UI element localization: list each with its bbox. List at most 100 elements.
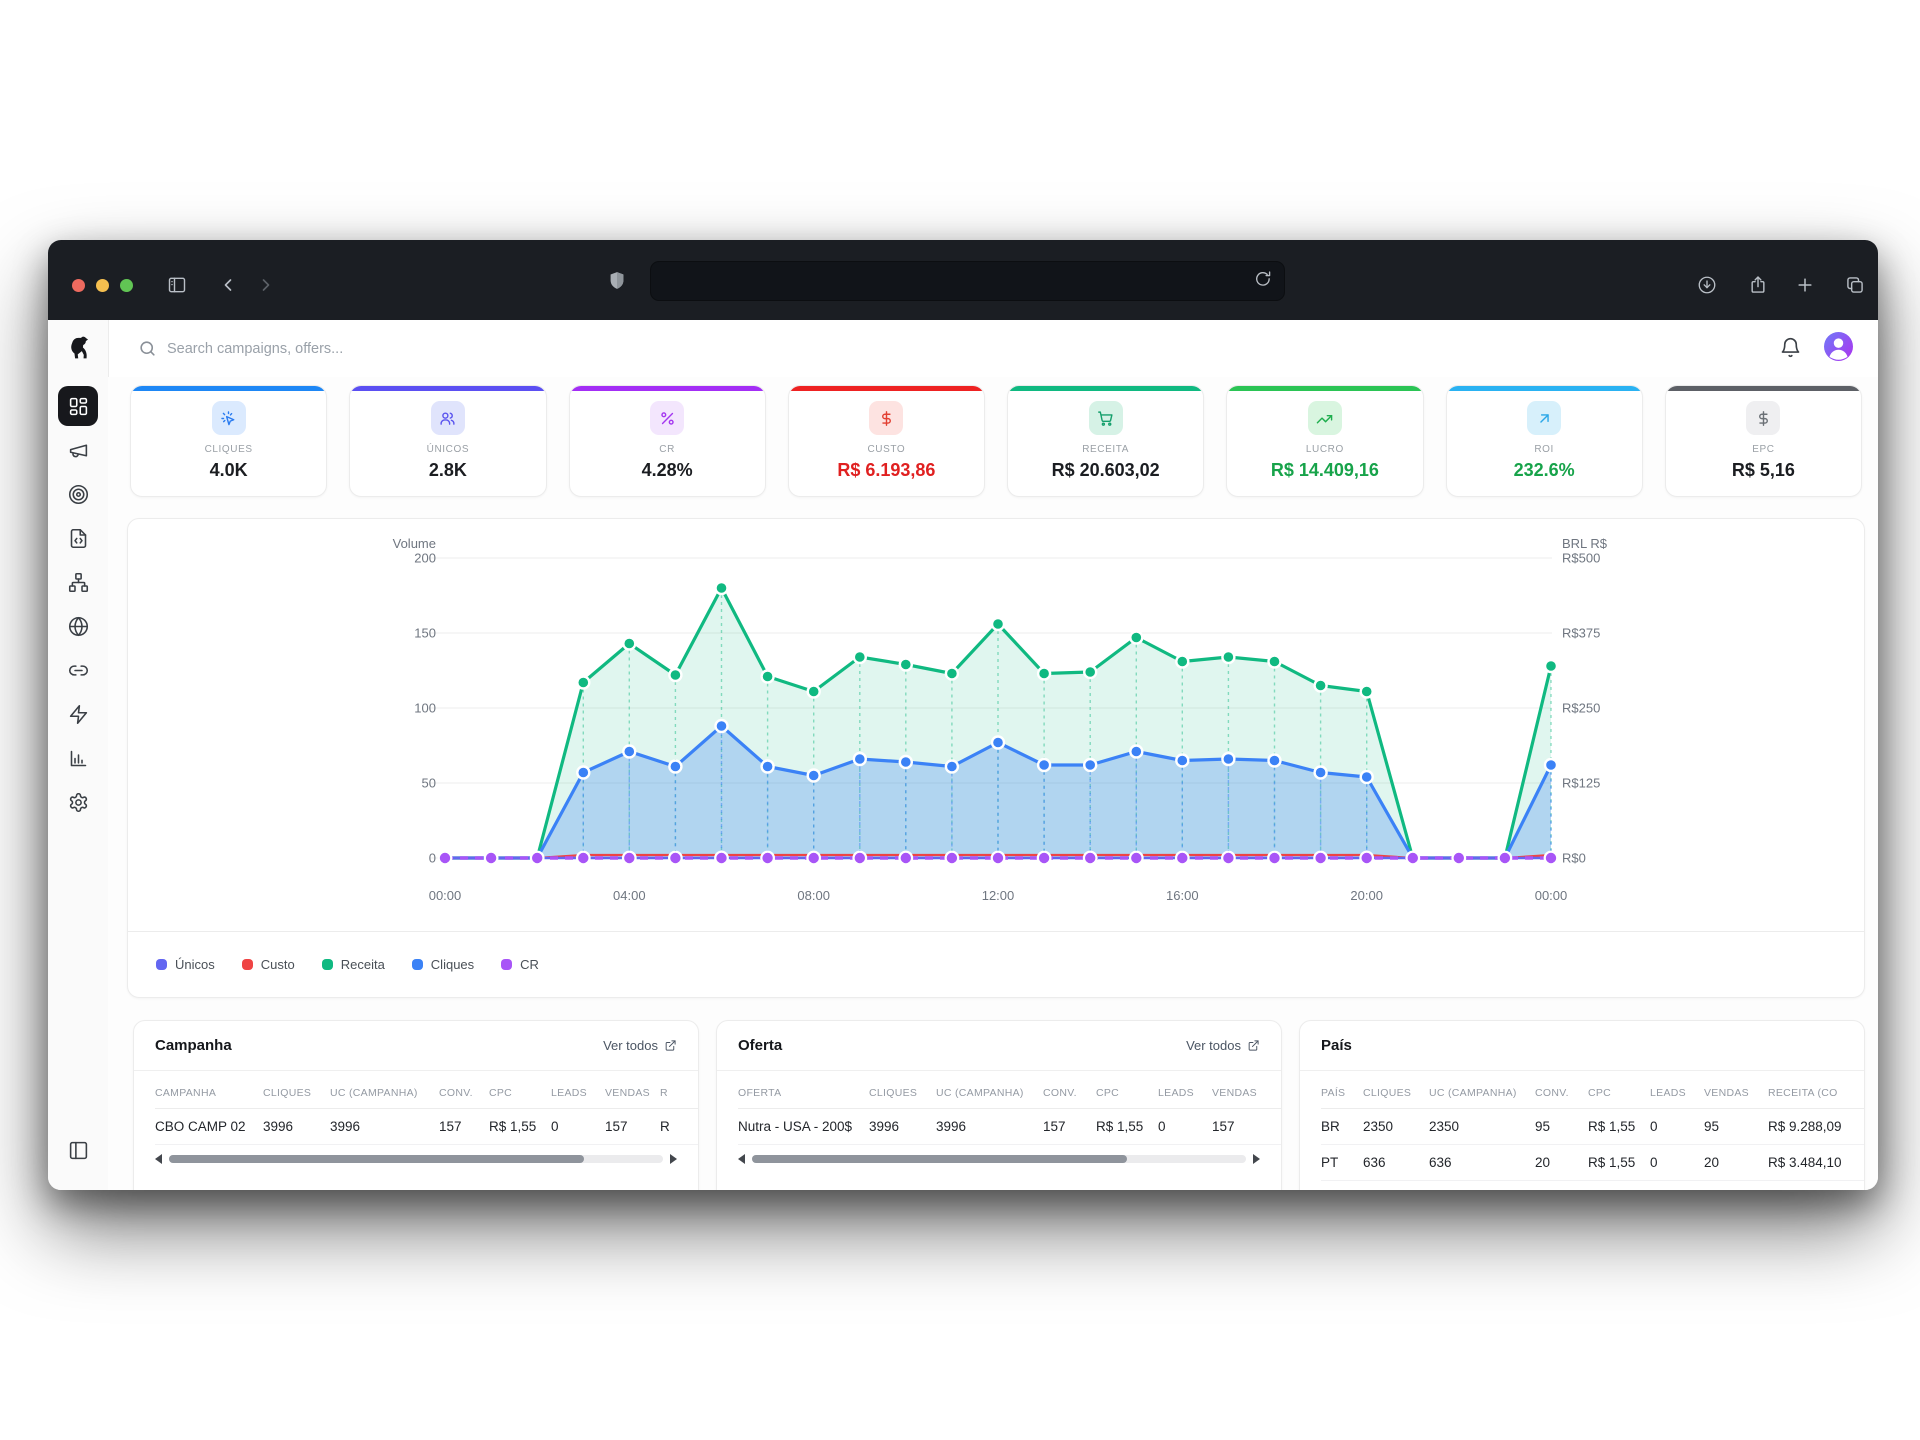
scroll-right-arrow[interactable] [670,1154,677,1164]
table-cell: 157 [1212,1109,1281,1145]
scrollbar-thumb[interactable] [169,1155,584,1163]
panel-left-icon [68,1140,89,1161]
kpi-card-epc: EPCR$ 5,16 [1665,385,1862,497]
kpi-accent-bar [131,386,326,391]
legend-item-cliques[interactable]: Cliques [412,957,474,972]
kpi-icon-chip [650,401,684,435]
traffic-light-zoom[interactable] [120,279,133,292]
table-cell: 3996 [330,1109,439,1145]
column-header: VENDAS [1704,1073,1768,1109]
ver-todos-link[interactable]: Ver todos [603,1038,677,1053]
table-cell: 0 [1650,1109,1704,1145]
table-cell: R$ 1,55 [489,1109,551,1145]
sidebar-item-reports[interactable] [58,738,98,778]
horizontal-scrollbar[interactable] [738,1154,1260,1164]
search-input[interactable] [165,334,769,364]
url-bar[interactable] [650,261,1285,301]
sidebar-item-automations[interactable] [58,694,98,734]
legend-item-receita[interactable]: Receita [322,957,385,972]
legend-swatch [242,959,253,970]
kpi-card-lucro: LUCROR$ 14.409,16 [1226,385,1423,497]
table-card-campanha: CampanhaVer todosCAMPANHACLIQUESUC (CAMP… [133,1020,699,1190]
column-header: PAÍS [1321,1073,1363,1109]
scrollbar-track[interactable] [752,1155,1246,1163]
scrollbar-track[interactable] [169,1155,663,1163]
traffic-light-close[interactable] [72,279,85,292]
reload-icon [1254,270,1272,288]
kpi-value: R$ 5,16 [1732,460,1795,481]
kpi-label: CLIQUES [205,444,253,455]
scrollbar-thumb[interactable] [752,1155,1127,1163]
kpi-accent-bar [570,386,765,391]
table-title: País [1321,1037,1352,1054]
table-cell: 2350 [1363,1109,1429,1145]
table-cell: R$ 3.484,10 [1768,1145,1864,1181]
megaphone-icon [68,440,89,461]
forward-button[interactable] [254,273,278,297]
svg-text:150: 150 [414,626,436,641]
reload-button[interactable] [1254,270,1275,291]
legend-item-cr[interactable]: CR [501,957,539,972]
column-header: CLIQUES [869,1073,936,1109]
tabs-overview-button[interactable] [1843,273,1867,297]
horizontal-scrollbar[interactable] [155,1154,677,1164]
table-title: Campanha [155,1037,232,1054]
table-cell: 636 [1429,1145,1535,1181]
table-card-header: Campanha Ver todos [134,1021,698,1071]
layout-dashboard-icon [68,396,89,417]
sidebar-item-offers[interactable] [58,474,98,514]
new-tab-button[interactable] [1793,273,1817,297]
downloads-button[interactable] [1695,273,1719,297]
table-cell: BR [1321,1109,1363,1145]
back-button[interactable] [216,273,240,297]
sidebar-item-links[interactable] [58,650,98,690]
legend-item-custo[interactable]: Custo [242,957,295,972]
scroll-left-arrow[interactable] [155,1154,162,1164]
notifications-bell-button[interactable] [1779,336,1805,362]
sidebar-item-settings[interactable] [58,782,98,822]
app-logo-dog-icon[interactable] [63,333,92,362]
target-icon [68,484,89,505]
share-button[interactable] [1746,273,1770,297]
kpi-accent-bar [1008,386,1203,391]
sidebar-item-campaigns[interactable] [58,430,98,470]
kpi-label: ROI [1534,444,1554,455]
table-card-pais: PaísPAÍSCLIQUESUC (CAMPANHA)CONV.CPCLEAD… [1299,1020,1865,1190]
svg-text:R$125: R$125 [1562,776,1600,791]
kpi-value: 4.28% [642,460,693,481]
app-topbar [108,320,1878,378]
traffic-light-minimize[interactable] [96,279,109,292]
search-icon [138,339,157,358]
table-row: CBO CAMP 0239963996157R$ 1,550157R [155,1109,698,1145]
kpi-value: 232.6% [1514,460,1575,481]
browser-window: CLIQUES4.0KÚNICOS2.8KCR4.28%CUSTOR$ 6.19… [48,240,1878,1190]
sidebar-item-landing-pages[interactable] [58,518,98,558]
kpi-card-receita: RECEITAR$ 20.603,02 [1007,385,1204,497]
sidebar-item-dashboard[interactable] [58,386,98,426]
trend-up-icon [1316,410,1333,427]
external-link-icon [664,1039,677,1052]
sidebar-item-flows[interactable] [58,562,98,602]
scroll-right-arrow[interactable] [1253,1154,1260,1164]
external-link-icon [1247,1039,1260,1052]
user-avatar[interactable] [1824,332,1853,361]
table-card-header: OfertaVer todos [717,1021,1281,1071]
timeseries-chart[interactable]: Volume050100150200BRL R$R$0R$125R$250R$3… [128,519,1864,931]
browser-sidebar-toggle-button[interactable] [165,273,189,297]
sidebar-item-domains[interactable] [58,606,98,646]
legend-item-unicos[interactable]: Únicos [156,957,215,972]
table-cell: R$ 9.288,09 [1768,1109,1864,1145]
column-header: CONV. [439,1073,489,1109]
kpi-icon-chip [1746,401,1780,435]
click-icon [220,410,237,427]
kpi-accent-bar [350,386,545,391]
table-cell: 0 [551,1109,605,1145]
data-table: OFERTACLIQUESUC (CAMPANHA)CONV.CPCLEADSV… [738,1073,1281,1145]
kpi-value: R$ 14.409,16 [1271,460,1379,481]
dog-silhouette [63,333,92,362]
scroll-left-arrow[interactable] [738,1154,745,1164]
ver-todos-link[interactable]: Ver todos [1186,1038,1260,1053]
svg-text:200: 200 [414,551,436,566]
sidebar-collapse-button[interactable] [58,1130,98,1170]
legend-swatch [156,959,167,970]
